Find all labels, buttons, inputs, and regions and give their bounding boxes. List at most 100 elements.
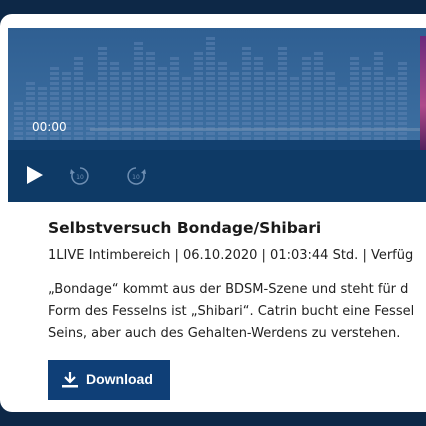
waveform-segment [182, 122, 191, 125]
waveform-segment [98, 92, 107, 95]
waveform-segment [350, 72, 359, 75]
waveform-segment [242, 67, 251, 70]
waveform-segment [278, 72, 287, 75]
waveform-segment [134, 42, 143, 45]
waveform-segment [278, 122, 287, 125]
waveform-segment [242, 82, 251, 85]
waveform-segment [386, 137, 395, 140]
waveform-segment [290, 107, 299, 110]
waveform-segment [218, 117, 227, 120]
waveform-segment [146, 67, 155, 70]
waveform-segment [254, 57, 263, 60]
waveform-segment [146, 87, 155, 90]
waveform-segment [74, 87, 83, 90]
waveform-segment [182, 117, 191, 120]
waveform-segment [206, 57, 215, 60]
waveform-segment [398, 92, 407, 95]
waveform-segment [194, 112, 203, 115]
waveform-segment [158, 92, 167, 95]
waveform-segment [134, 137, 143, 140]
waveform-segment [146, 137, 155, 140]
description-line: „Bondage“ kommt aus der BDSM-Szene und s… [48, 282, 409, 297]
waveform-segment [230, 97, 239, 100]
waveform-segment [122, 132, 131, 135]
waveform-segment [206, 137, 215, 140]
waveform-segment [278, 92, 287, 95]
waveform-segment [38, 92, 47, 95]
waveform-segment [158, 132, 167, 135]
waveform-segment [266, 107, 275, 110]
waveform-segment [98, 132, 107, 135]
waveform-segment [278, 82, 287, 85]
waveform-segment [350, 117, 359, 120]
waveform-segment [266, 87, 275, 90]
waveform-segment [122, 137, 131, 140]
waveform-segment [362, 112, 371, 115]
waveform-segment [134, 97, 143, 100]
waveform-segment [374, 52, 383, 55]
waveform-segment [170, 62, 179, 65]
waveform-segment [254, 112, 263, 115]
waveform-segment [218, 107, 227, 110]
play-icon[interactable] [24, 164, 46, 186]
waveform-segment [158, 72, 167, 75]
waveform-segment [290, 97, 299, 100]
waveform-segment [86, 132, 95, 135]
waveform-segment [86, 87, 95, 90]
waveform-segment [182, 77, 191, 80]
waveform-segment [50, 107, 59, 110]
waveform-segment [314, 122, 323, 125]
waveform-segment [134, 52, 143, 55]
waveform-segment [326, 82, 335, 85]
waveform-segment [158, 97, 167, 100]
waveform-segment [254, 62, 263, 65]
waveform-segment [254, 97, 263, 100]
waveform-segment [110, 107, 119, 110]
waveform-segment [122, 92, 131, 95]
waveform-segment [110, 92, 119, 95]
waveform-segment [122, 102, 131, 105]
waveform-segment [182, 132, 191, 135]
waveform-segment [14, 122, 23, 125]
waveform-segment [218, 67, 227, 70]
progress-track[interactable] [90, 128, 420, 131]
waveform-segment [170, 97, 179, 100]
waveform-segment [374, 87, 383, 90]
episode-title[interactable]: Selbstversuch Bondage/Shibari [48, 219, 321, 237]
waveform-segment [170, 57, 179, 60]
waveform-segment [302, 67, 311, 70]
waveform-segment [74, 57, 83, 60]
rewind-10-icon[interactable]: 10 [68, 164, 92, 188]
waveform-segment [242, 102, 251, 105]
waveform-segment [350, 57, 359, 60]
waveform-segment [170, 137, 179, 140]
waveform-segment [194, 137, 203, 140]
waveform-segment [326, 112, 335, 115]
waveform-segment [170, 132, 179, 135]
waveform-segment [350, 92, 359, 95]
waveform-segment [350, 102, 359, 105]
waveform-segment [14, 112, 23, 115]
download-button[interactable]: Download [48, 360, 170, 400]
waveform-segment [158, 77, 167, 80]
waveform-segment [146, 132, 155, 135]
waveform-segment [254, 77, 263, 80]
waveform-segment [278, 57, 287, 60]
waveform-segment [14, 102, 23, 105]
waveform-segment [290, 122, 299, 125]
waveform-bars [14, 37, 407, 140]
waveform-segment [110, 122, 119, 125]
waveform-segment [38, 107, 47, 110]
waveform-segment [170, 67, 179, 70]
waveform-segment [110, 132, 119, 135]
waveform-segment [374, 92, 383, 95]
waveform-segment [362, 107, 371, 110]
waveform-segment [362, 92, 371, 95]
waveform-segment [350, 122, 359, 125]
forward-10-icon[interactable]: 10 [124, 164, 148, 188]
waveform-segment [374, 132, 383, 135]
waveform-segment [242, 137, 251, 140]
waveform-segment [14, 137, 23, 140]
waveform-segment [314, 107, 323, 110]
waveform-segment [50, 97, 59, 100]
